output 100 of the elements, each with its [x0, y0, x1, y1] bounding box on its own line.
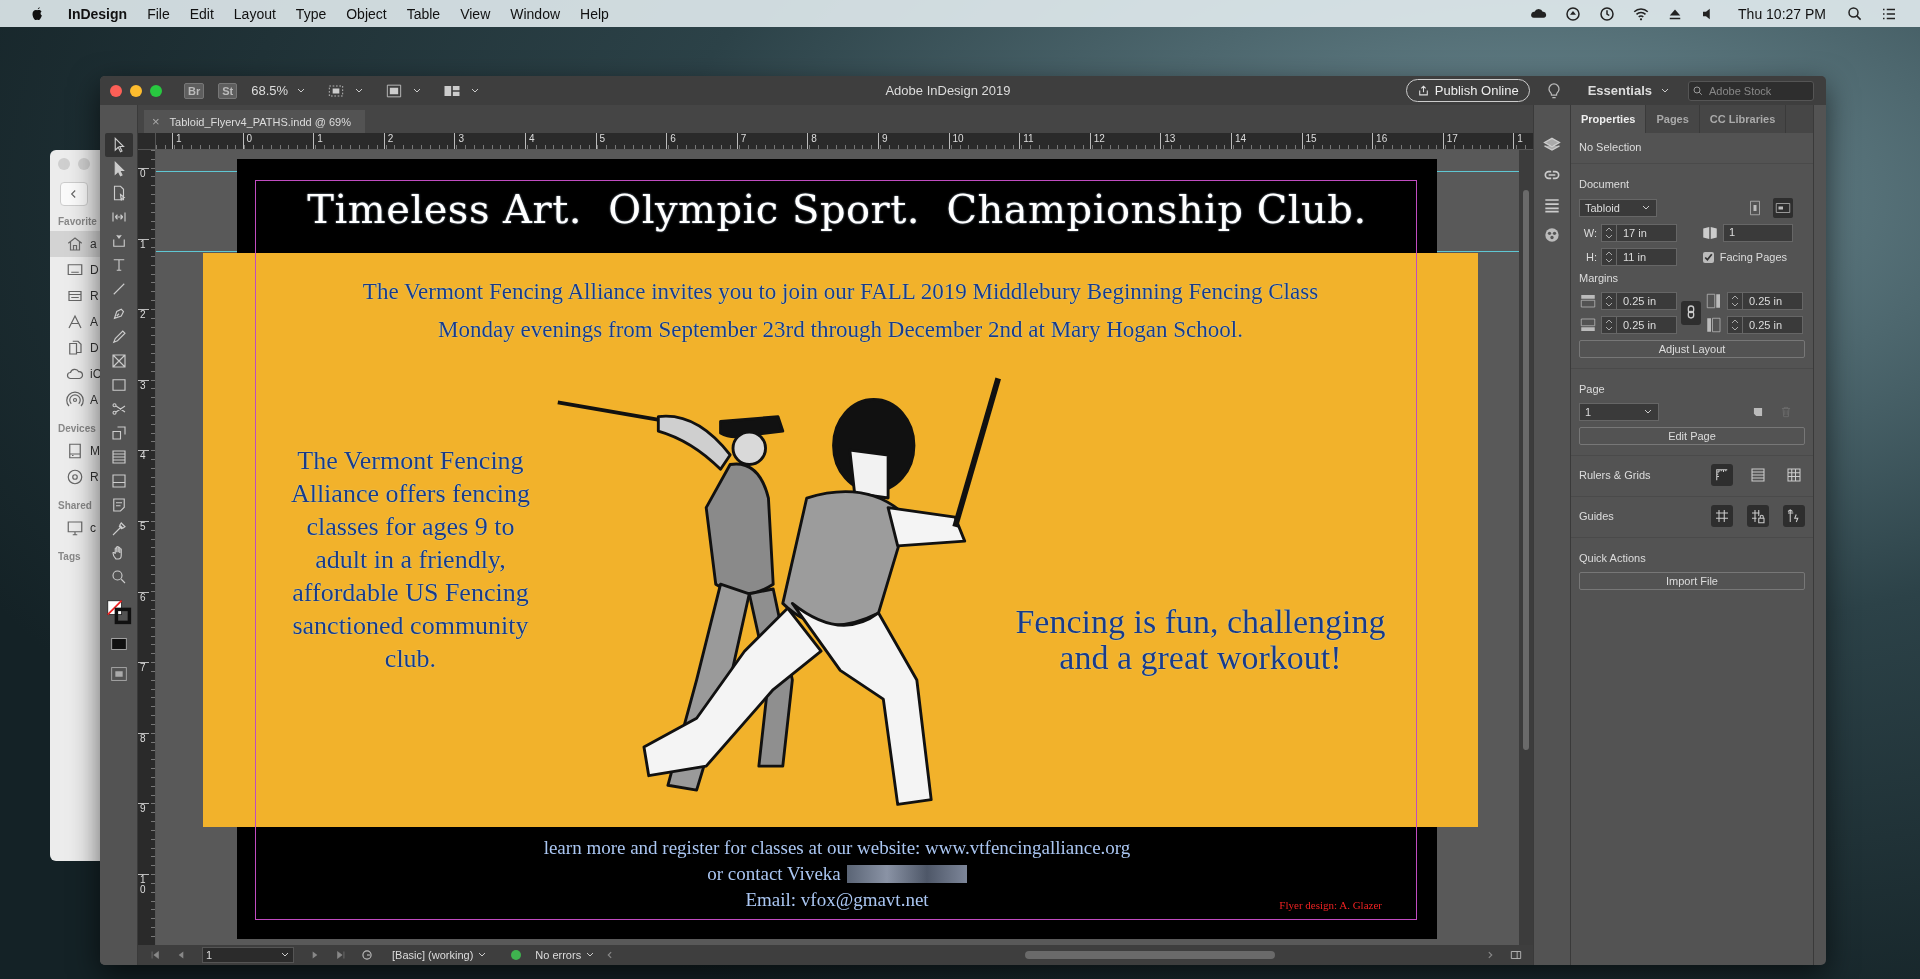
- search-icon: [1692, 84, 1704, 97]
- stepper-icon[interactable]: [1731, 295, 1739, 307]
- facing-pages-checkbox[interactable]: Facing Pages: [1702, 251, 1787, 263]
- preflight-icon[interactable]: [360, 948, 374, 962]
- workspace-dropdown[interactable]: Essentials: [1587, 83, 1652, 98]
- menu-item[interactable]: Layout: [233, 5, 276, 22]
- last-page-icon[interactable]: [334, 948, 348, 962]
- zoom-button[interactable]: [150, 84, 162, 97]
- menu-item[interactable]: File: [147, 5, 170, 22]
- sidebar-item[interactable]: A: [50, 309, 100, 335]
- monitor-icon: [66, 519, 84, 537]
- checkmark-icon: [1702, 251, 1714, 263]
- menu-item[interactable]: View: [460, 5, 491, 22]
- zoom-level-dropdown[interactable]: 68.5%: [251, 83, 289, 98]
- import-file-button[interactable]: Import File: [1579, 572, 1805, 590]
- adjust-layout-button[interactable]: Adjust Layout: [1579, 340, 1805, 358]
- menu-item[interactable]: Type: [295, 5, 327, 22]
- pages-field[interactable]: 1: [1723, 224, 1793, 242]
- sync-icon[interactable]: [1564, 4, 1583, 23]
- document-tab[interactable]: × Tabloid_Flyerv4_PATHS.indd @ 69%: [144, 110, 365, 133]
- ruler-number: 10: [140, 873, 146, 895]
- sidebar-item[interactable]: D: [50, 257, 100, 283]
- rectangle-icon: [109, 376, 128, 394]
- top-margin-field[interactable]: 0.25 in: [1601, 292, 1677, 310]
- toggle-button[interactable]: [1783, 505, 1805, 527]
- flyer-subtitle: Monday evenings from September 23rd through December 2nd at Mary Hogan School.: [438, 316, 1243, 344]
- split-view-icon[interactable]: [1509, 948, 1523, 962]
- outside-margin-field[interactable]: 0.25 in: [1727, 316, 1803, 334]
- first-page-icon[interactable]: [148, 948, 162, 962]
- swatches-icon[interactable]: [1542, 225, 1562, 245]
- sidebar-item[interactable]: D: [50, 335, 100, 361]
- clock-icon[interactable]: [1598, 4, 1617, 23]
- tool-button[interactable]: [104, 133, 133, 157]
- section-heading: Rulers & Grids: [1579, 469, 1651, 481]
- sidebar-item[interactable]: a: [50, 231, 100, 257]
- ruler-number: 4: [140, 450, 146, 462]
- menu-item[interactable]: Object: [346, 5, 387, 22]
- stepper-icon[interactable]: [1605, 227, 1613, 239]
- stepper-icon[interactable]: [1731, 319, 1739, 331]
- vertical-scrollbar[interactable]: [1519, 150, 1533, 945]
- width-field[interactable]: 17 in: [1601, 224, 1677, 242]
- panel-tab[interactable]: Properties: [1571, 105, 1647, 133]
- ruler-number: 1: [140, 238, 146, 250]
- stepper-icon[interactable]: [1605, 319, 1613, 331]
- fill-stroke-swatch-icon[interactable]: [105, 599, 132, 625]
- landscape-button[interactable]: [1773, 198, 1793, 218]
- sidebar-item[interactable]: c: [50, 515, 100, 541]
- menu-bar-clock[interactable]: Thu 10:27 PM: [1738, 5, 1826, 22]
- gradient-icon: [109, 448, 128, 466]
- preflight-status[interactable]: No errors: [535, 949, 582, 961]
- app-menu[interactable]: InDesign: [68, 5, 128, 22]
- stepper-icon[interactable]: [1605, 251, 1613, 263]
- ruler-number: 16: [1376, 133, 1388, 144]
- inside-margin-field[interactable]: 0.25 in: [1727, 292, 1803, 310]
- sidebar-heading: Tags: [57, 550, 82, 564]
- sidebar-item[interactable]: R: [50, 464, 100, 490]
- sidebar-item[interactable]: R: [50, 283, 100, 309]
- page-number-field[interactable]: 1: [202, 947, 294, 963]
- preset-dropdown[interactable]: Tabloid: [1579, 199, 1657, 217]
- ruler-number: 11: [1023, 133, 1034, 144]
- checkbox[interactable]: [1702, 251, 1714, 263]
- stepper-icon[interactable]: [1605, 295, 1613, 307]
- search-icon[interactable]: [1846, 4, 1864, 23]
- guides-icon: [1713, 507, 1731, 525]
- scroll-thumb[interactable]: [1025, 951, 1276, 959]
- toggle-button[interactable]: [1711, 464, 1733, 486]
- edit-page-button[interactable]: Edit Page: [1579, 427, 1805, 445]
- ruler-number: 1: [1517, 133, 1523, 144]
- stock-search-field[interactable]: Adobe Stock: [1688, 80, 1814, 101]
- width-label: W:: [1582, 227, 1597, 239]
- selection-status: No Selection: [1579, 141, 1642, 153]
- upload-icon: [1416, 84, 1430, 97]
- page-dropdown[interactable]: 1: [1579, 403, 1659, 421]
- sidebar-item[interactable]: iC: [50, 361, 100, 387]
- menu-item[interactable]: Edit: [189, 5, 214, 22]
- flyer-paragraph: The Vermont Fencing Alliance offers fencing classes for ages 9 to adult in a friendly, affordable US Fencing sanctioned community club.: [289, 445, 532, 675]
- panel-tab[interactable]: Pages: [1646, 105, 1700, 133]
- toggle-button[interactable]: [1711, 505, 1733, 527]
- panel-tab[interactable]: CC Libraries: [1699, 105, 1787, 133]
- sidebar-item[interactable]: A: [50, 387, 100, 413]
- frame-icon: [109, 352, 128, 370]
- menu-item[interactable]: Table: [406, 5, 441, 22]
- ruler-number: 1: [317, 133, 323, 144]
- bottom-margin-field[interactable]: 0.25 in: [1601, 316, 1677, 334]
- link-margins-button[interactable]: [1681, 301, 1701, 325]
- ruler-number: 1: [176, 133, 182, 144]
- scroll-thumb[interactable]: [1523, 190, 1529, 750]
- designer-credit: Flyer design: A. Glazer: [1279, 899, 1382, 911]
- ruler-number: 10: [952, 133, 964, 144]
- footer-text: or contact Viveka: [707, 862, 841, 886]
- sidebar-item[interactable]: M: [50, 438, 100, 464]
- new-page-icon[interactable]: [1751, 405, 1765, 419]
- grid-icon: [1785, 466, 1803, 484]
- close-button[interactable]: [110, 84, 122, 97]
- toggle-button[interactable]: [1747, 505, 1769, 527]
- height-field[interactable]: 11 in: [1601, 248, 1677, 266]
- menu-item[interactable]: Help: [580, 5, 609, 22]
- preflight-profile-dropdown[interactable]: [Basic] (working): [392, 949, 474, 961]
- minimize-button[interactable]: [130, 84, 142, 97]
- menu-item[interactable]: Window: [510, 5, 561, 22]
